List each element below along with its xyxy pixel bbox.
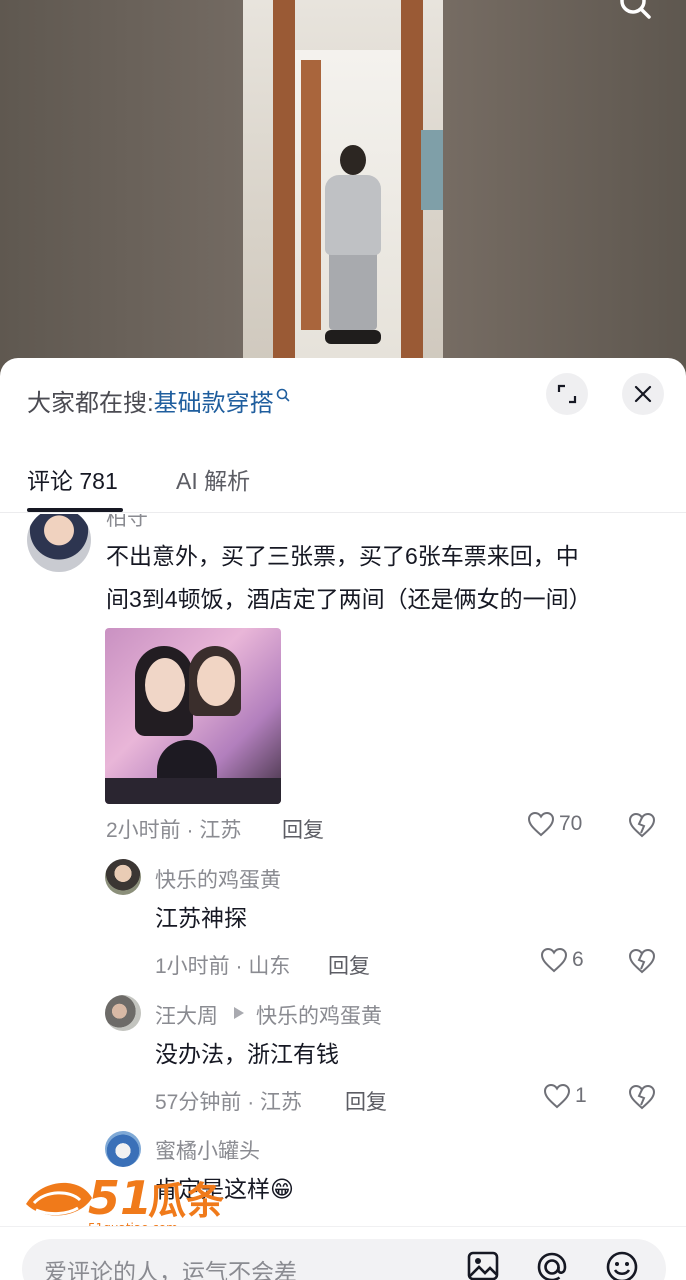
comment-meta: 2小时前 · 江苏 <box>106 819 242 842</box>
like-count: 70 <box>559 812 583 835</box>
reply-username[interactable]: 汪大周 <box>155 1000 218 1030</box>
comment-text-line2: 间3到4顿饭，酒店定了两间（还是俩女的一间） <box>106 586 592 612</box>
video-frame <box>243 0 443 380</box>
svg-text:51: 51 <box>88 1171 152 1225</box>
image-icon[interactable] <box>466 1249 500 1280</box>
expand-button[interactable] <box>546 373 588 415</box>
reply-to-username[interactable]: 快乐的鸡蛋黄 <box>256 1000 382 1030</box>
like-button[interactable]: 6 <box>540 947 584 973</box>
emoji-icon[interactable] <box>604 1249 640 1280</box>
suggested-search-prefix: 大家都在搜: <box>27 389 154 417</box>
reply-username[interactable]: 快乐的鸡蛋黄 <box>155 864 281 894</box>
comment-list[interactable]: 柏守 不出意外，买了三张票，买了6张车票来回，中 间3到4顿饭，酒店定了两间（还… <box>0 514 686 1224</box>
like-button[interactable]: 1 <box>543 1083 587 1109</box>
video-background[interactable] <box>0 0 686 380</box>
heart-icon <box>527 811 555 837</box>
comment-sheet: 大家都在搜: 基础款穿搭 评论 781 AI 解析 柏守 不出意外，买了三张票，… <box>0 358 686 1280</box>
active-tab-indicator <box>27 508 123 512</box>
reply-meta: 1小时前 · 山东 <box>155 955 291 978</box>
like-button[interactable]: 70 <box>527 811 582 837</box>
avatar[interactable] <box>105 859 141 895</box>
reply-button[interactable]: 回复 <box>282 814 324 844</box>
suggested-search[interactable]: 大家都在搜: 基础款穿搭 <box>27 382 290 418</box>
tab-comments[interactable]: 评论 781 <box>27 462 118 496</box>
reply-button[interactable]: 回复 <box>345 1086 387 1116</box>
expand-icon <box>557 384 577 404</box>
comment-image[interactable] <box>105 628 281 804</box>
reply-button[interactable]: 回复 <box>328 950 370 980</box>
like-count: 6 <box>572 948 584 971</box>
avatar[interactable] <box>105 995 141 1031</box>
video-blur-left <box>0 0 243 380</box>
video-blur-right <box>443 0 686 380</box>
search-small-icon <box>276 388 289 402</box>
comment-text-line1: 不出意外，买了三张票，买了6张车票来回，中 <box>106 543 579 569</box>
like-count: 1 <box>575 1084 587 1107</box>
dislike-icon[interactable] <box>628 812 656 838</box>
search-icon[interactable] <box>618 0 652 22</box>
avatar[interactable] <box>27 514 91 572</box>
comment-input-placeholder: 爱评论的人，运气不会差 <box>44 1259 297 1280</box>
reply-text: 没办法，浙江有钱 <box>155 1041 339 1067</box>
comment-username[interactable]: 柏守 <box>106 514 148 532</box>
avatar[interactable] <box>105 1131 141 1167</box>
mention-icon[interactable] <box>534 1249 570 1280</box>
tab-bar: 评论 781 AI 解析 <box>0 448 686 513</box>
reply-meta: 57分钟前 · 江苏 <box>155 1091 303 1114</box>
comment-input-bar: 爱评论的人，运气不会差 <box>0 1226 686 1280</box>
heart-icon <box>540 947 568 973</box>
svg-text:瓜条: 瓜条 <box>148 1179 224 1223</box>
comment-input[interactable]: 爱评论的人，运气不会差 <box>22 1239 666 1280</box>
reply-arrow-icon <box>234 1007 244 1019</box>
reply-username[interactable]: 蜜橘小罐头 <box>155 1135 260 1165</box>
tab-ai-analysis[interactable]: AI 解析 <box>176 462 250 496</box>
reply-text: 江苏神探 <box>155 905 247 931</box>
close-icon <box>634 385 652 403</box>
heart-icon <box>543 1083 571 1109</box>
dislike-icon[interactable] <box>628 1084 656 1110</box>
suggested-search-term[interactable]: 基础款穿搭 <box>154 383 274 418</box>
dislike-icon[interactable] <box>628 948 656 974</box>
close-button[interactable] <box>622 373 664 415</box>
